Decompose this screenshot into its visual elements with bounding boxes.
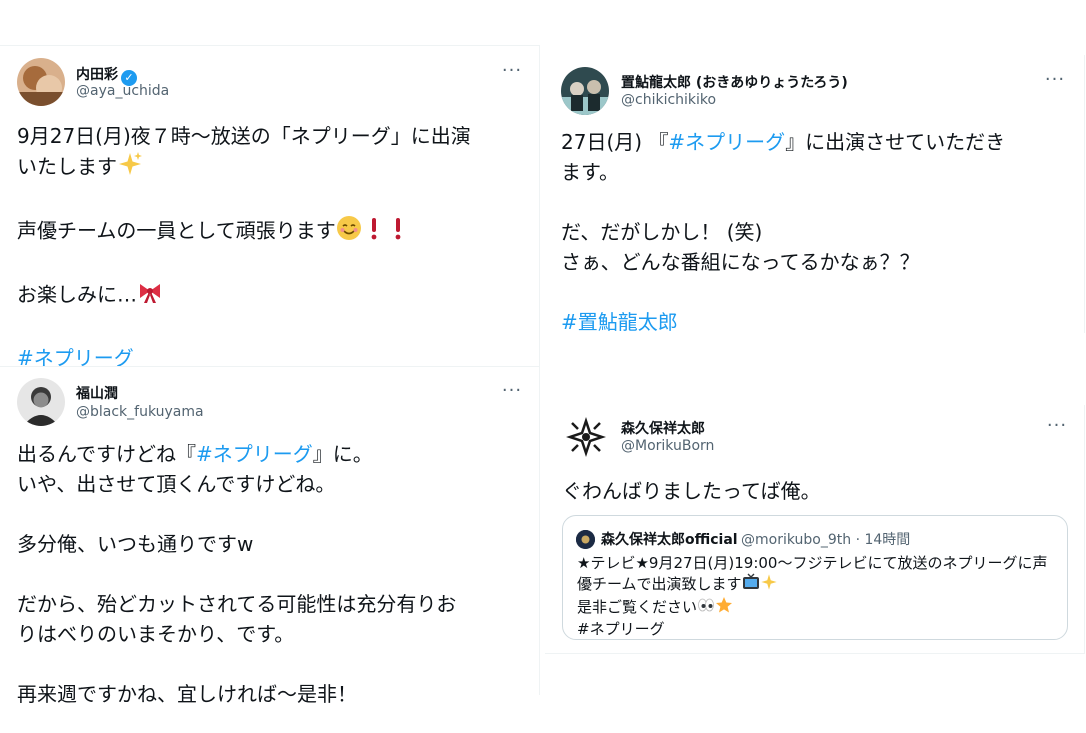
tweet-card-okiayu[interactable]: 置鮎龍太郎 (おきあゆりょうたろう) @chikichikiko ··· 27日… bbox=[545, 55, 1085, 334]
quoted-handle-time[interactable]: @morikubo_9th · 14時間 bbox=[741, 529, 910, 549]
quoted-text-line: ★テレビ★9月27日(月)19:00〜フジテレビにて放送のネプリーグに声 bbox=[577, 554, 1048, 572]
user-handle[interactable]: @chikichikiko bbox=[621, 92, 716, 108]
quoted-tweet[interactable]: 森久保祥太郎official @morikubo_9th · 14時間 ★テレビ… bbox=[562, 515, 1068, 640]
tweet-text-line: だ、だがしかし！ (笑) bbox=[561, 220, 763, 244]
avatar[interactable] bbox=[17, 58, 65, 106]
tweet-text-line: 』に出演させていただき bbox=[785, 130, 1006, 154]
display-name[interactable]: 森久保祥太郎 bbox=[621, 418, 705, 438]
tweet-text-line: 』に。 bbox=[312, 442, 373, 466]
tweet-text-line: 9月27日(月)夜７時〜放送の「ネプリーグ」に出演 bbox=[17, 124, 471, 148]
tweet-text-line: いや、出させて頂くんですけどね。 bbox=[17, 472, 336, 496]
quoted-text-line[interactable]: #ネプリーグ bbox=[577, 620, 665, 638]
hashtag-link[interactable]: #ネプリーグ bbox=[196, 442, 313, 466]
tweet-card-fukuyama[interactable]: 福山潤 @black_fukuyama ··· 出るんですけどね『#ネプリーグ』… bbox=[0, 366, 540, 706]
hashtag-link[interactable]: #置鮎龍太郎 bbox=[561, 310, 678, 334]
tweet-card-uchida[interactable]: 内田彩 ✓ @aya_uchida ··· 9月27日(月)夜７時〜放送の「ネプリ… bbox=[0, 45, 540, 370]
user-handle[interactable]: @MorikuBorn bbox=[621, 438, 714, 454]
user-handle[interactable]: @aya_uchida bbox=[76, 83, 169, 99]
tweet-text: 27日(月) 『#ネプリーグ』に出演させていただき ます。 だ、だがしかし！ (… bbox=[561, 127, 1005, 337]
tweet-text: 出るんですけどね『#ネプリーグ』に。 いや、出させて頂くんですけどね。 多分俺、… bbox=[17, 439, 456, 709]
exclamation-icon bbox=[362, 215, 386, 249]
tweet-text-line: ます。 bbox=[561, 160, 619, 184]
more-options-icon[interactable]: ··· bbox=[1042, 71, 1068, 91]
quoted-text-line: 是非ご覧ください bbox=[577, 598, 698, 616]
display-name[interactable]: 置鮎龍太郎 (おきあゆりょうたろう) bbox=[621, 72, 848, 92]
tweet-text-line: 多分俺、いつも通りですw bbox=[17, 532, 254, 556]
tweet-text-line: 声優チームの一員として頑張ります bbox=[17, 218, 336, 243]
television-icon bbox=[742, 573, 760, 596]
sparkles-icon bbox=[760, 573, 778, 596]
quoted-text-line: 優チームで出演致します bbox=[577, 575, 742, 593]
display-name[interactable]: 福山潤 bbox=[76, 383, 118, 403]
sparkles-icon bbox=[117, 151, 143, 185]
eyes-icon bbox=[697, 596, 715, 619]
quoted-tweet-text: ★テレビ★9月27日(月)19:00〜フジテレビにて放送のネプリーグに声 優チー… bbox=[577, 553, 1047, 639]
avatar[interactable] bbox=[17, 378, 65, 426]
more-options-icon[interactable]: ··· bbox=[499, 382, 525, 402]
avatar[interactable] bbox=[561, 67, 609, 115]
quoted-display-name[interactable]: 森久保祥太郎official bbox=[601, 529, 738, 549]
hashtag-link[interactable]: #ネプリーグ bbox=[668, 130, 785, 154]
more-options-icon[interactable]: ··· bbox=[1044, 417, 1070, 437]
tweet-text-line: お楽しみに… bbox=[17, 282, 137, 307]
tweet-text-line: だから、殆どカットされてる可能性は充分有りお bbox=[17, 592, 457, 616]
tweet-text-line: 27日(月) 『 bbox=[561, 130, 669, 154]
more-options-icon[interactable]: ··· bbox=[499, 62, 525, 82]
user-handle[interactable]: @black_fukuyama bbox=[76, 404, 204, 420]
avatar[interactable] bbox=[576, 530, 595, 549]
avatar[interactable] bbox=[562, 413, 610, 461]
tweet-text: ぐわんばりましたってば俺。 bbox=[562, 479, 821, 503]
star-icon bbox=[715, 596, 733, 619]
tweet-text-line: りはべりのいまそかり、です。 bbox=[17, 622, 295, 646]
tweet-text-line: 出るんですけどね『 bbox=[17, 442, 196, 466]
tweet-text-line: さぁ、どんな番組になってるかなぁ？？ bbox=[561, 250, 920, 274]
tweet-text-line: 再来週ですかね、宜しければ〜是非！ bbox=[17, 682, 357, 706]
smiling-face-icon bbox=[336, 215, 362, 249]
tweet-text: 9月27日(月)夜７時〜放送の「ネプリーグ」に出演 いたします 声優チームの一員… bbox=[17, 121, 471, 373]
exclamation-icon bbox=[386, 215, 410, 249]
tweet-text-line: いたします bbox=[17, 154, 117, 179]
ribbon-icon bbox=[137, 279, 163, 313]
